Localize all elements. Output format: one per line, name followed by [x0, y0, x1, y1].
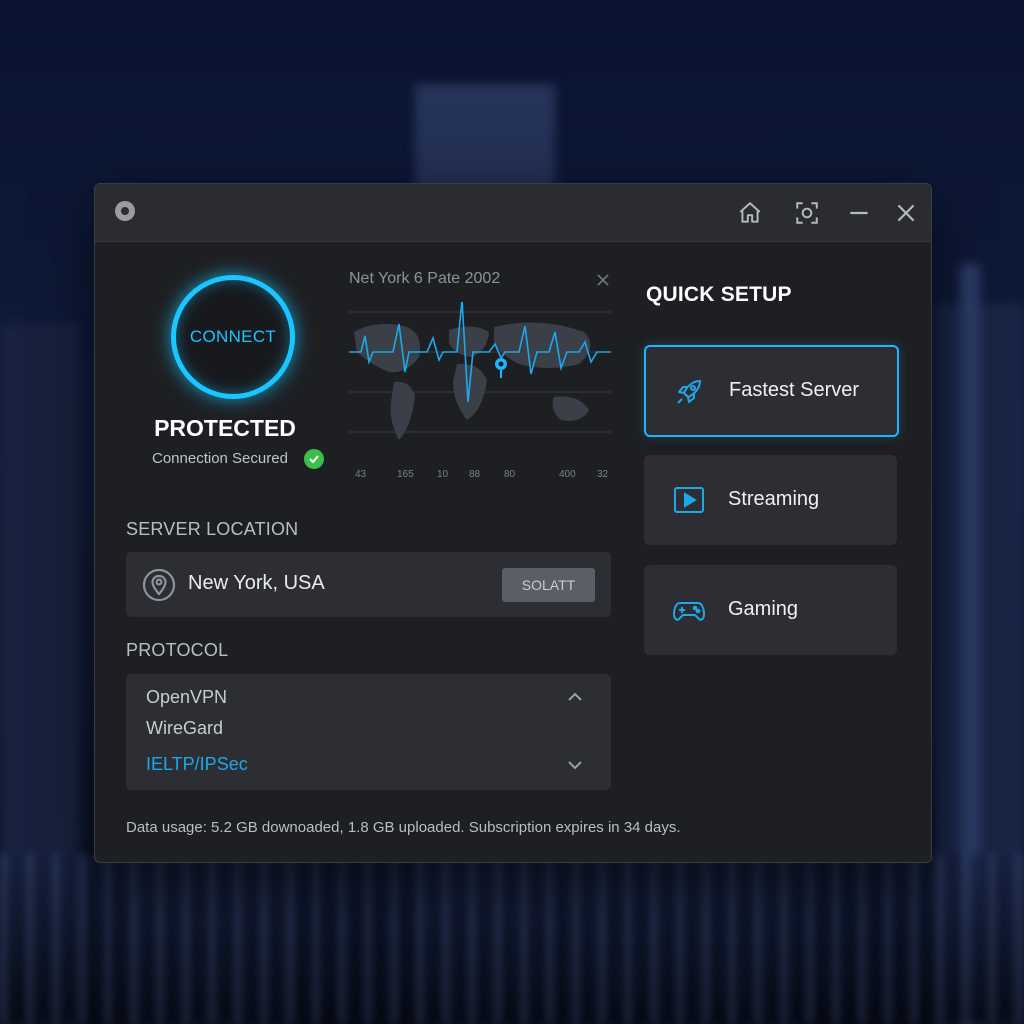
- quick-setup-gaming[interactable]: Gaming: [644, 565, 897, 655]
- protection-status-title: PROTECTED: [154, 415, 296, 441]
- x-tick-label: 80: [504, 469, 516, 480]
- vpn-app-window: CONNECT PROTECTED Connection Secured Net…: [94, 183, 932, 863]
- gamepad-icon: [673, 602, 705, 621]
- check-icon: [304, 449, 324, 469]
- connection-status-text: Connection Secured: [152, 450, 288, 467]
- map-pin-icon: [142, 568, 176, 602]
- quick-setup-title: QUICK SETUP: [646, 283, 792, 306]
- protocol-option-l2tp-ipsec[interactable]: IELTP/IPSec: [146, 754, 248, 775]
- play-icon: [674, 487, 704, 513]
- rocket-icon: [677, 380, 701, 404]
- chevron-down-icon[interactable]: [566, 756, 584, 774]
- x-tick-label: 165: [397, 469, 414, 480]
- usage-footer-text: Data usage: 5.2 GB downoaded, 1.8 GB upl…: [126, 819, 681, 836]
- x-tick-label: 10: [437, 469, 449, 480]
- traffic-map-panel: Net York 6 Pate 2002: [349, 262, 621, 484]
- x-tick-label: 400: [559, 469, 576, 480]
- quick-setup-label: Gaming: [728, 598, 799, 620]
- server-location-name: New York, USA: [188, 572, 325, 594]
- map-title: Net York 6 Pate 2002: [349, 270, 501, 287]
- app-logo-icon: [115, 201, 135, 221]
- scan-icon: [796, 202, 818, 224]
- background-city-lights: [0, 854, 1024, 1024]
- quick-setup-fastest-server[interactable]: Fastest Server: [644, 345, 899, 437]
- x-tick-label: 32: [597, 469, 609, 480]
- map-close-icon[interactable]: [595, 272, 611, 288]
- protocol-option-wireguard[interactable]: WireGard: [146, 718, 223, 739]
- protocol-option-openvpn[interactable]: OpenVPN: [146, 687, 227, 708]
- world-map-continents: [354, 322, 591, 440]
- map-x-axis: 43 165 10 88 80 400 32: [349, 469, 611, 483]
- select-server-button[interactable]: SOLATT: [502, 568, 595, 602]
- quick-setup-streaming[interactable]: Streaming: [644, 455, 897, 545]
- x-tick-label: 88: [469, 469, 481, 480]
- quick-setup-label: Streaming: [728, 488, 820, 510]
- home-button[interactable]: [733, 196, 767, 230]
- protocol-selector[interactable]: OpenVPN WireGard IELTP/IPSec: [126, 674, 611, 790]
- title-bar: [95, 184, 931, 242]
- minimize-icon: [850, 211, 868, 215]
- protocol-label: PROTOCOL: [126, 640, 229, 660]
- x-tick-label: 43: [355, 469, 367, 480]
- minimize-button[interactable]: [842, 196, 876, 230]
- server-location-field[interactable]: New York, USA SOLATT: [126, 552, 611, 617]
- connect-label: CONNECT: [189, 327, 277, 346]
- location-pin-icon: [495, 358, 507, 378]
- close-button[interactable]: [889, 196, 923, 230]
- home-icon: [739, 202, 761, 223]
- chevron-up-icon[interactable]: [566, 688, 584, 706]
- connect-button[interactable]: CONNECT: [171, 275, 295, 399]
- scan-button[interactable]: [790, 196, 824, 230]
- close-icon: [897, 204, 915, 222]
- quick-setup-label: Fastest Server: [729, 379, 860, 401]
- server-location-label: SERVER LOCATION: [126, 519, 299, 539]
- world-map-graph: [349, 302, 611, 440]
